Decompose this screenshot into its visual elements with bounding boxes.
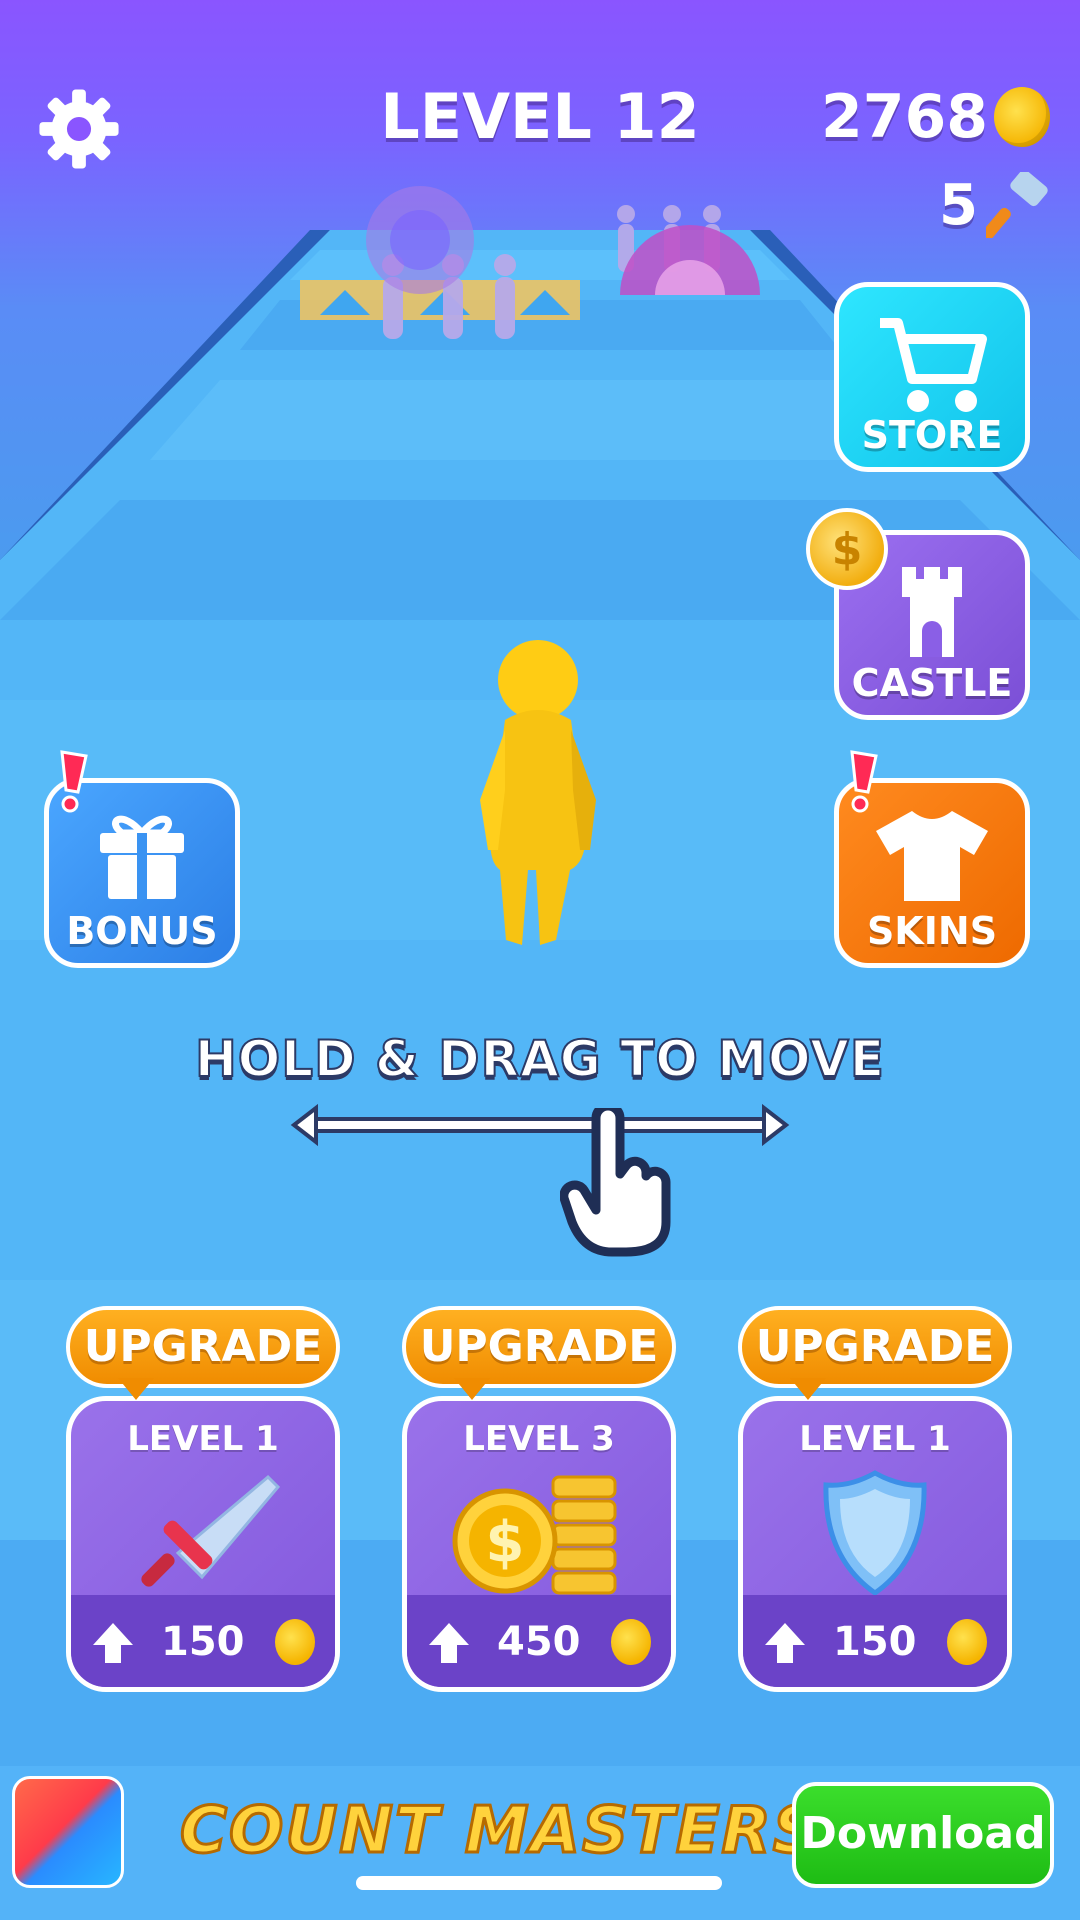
castle-coin-badge-icon: $: [806, 508, 888, 590]
coin-icon: [275, 1619, 315, 1665]
castle-tower-icon: [902, 567, 962, 657]
upgrade-card-body: LEVEL 1 150: [66, 1396, 340, 1692]
tutorial-hint: HOLD & DRAG TO MOVE: [194, 1029, 886, 1089]
store-label: STORE: [861, 413, 1003, 457]
download-button[interactable]: Download: [792, 1782, 1054, 1888]
upgrade-button[interactable]: UPGRADE: [66, 1306, 340, 1388]
svg-text:$: $: [486, 1510, 525, 1575]
ad-title: COUNT MASTERS: [179, 1793, 821, 1870]
upgrade-card-body: LEVEL 3 $ 450: [402, 1396, 676, 1692]
castle-label: CASTLE: [851, 661, 1013, 705]
upgrade-card-coins[interactable]: UPGRADE LEVEL 3 $ 450: [402, 1306, 676, 1692]
ad-app-icon[interactable]: [12, 1776, 124, 1888]
upgrade-tag-pointer: [118, 1378, 154, 1400]
coin-count: 2768: [821, 82, 988, 152]
upgrade-card-shield[interactable]: UPGRADE LEVEL 1 150: [738, 1306, 1012, 1692]
arrow-up-icon: [93, 1623, 133, 1663]
shopping-cart-icon: [880, 318, 987, 412]
bonus-label: BONUS: [66, 909, 218, 953]
upgrade-button[interactable]: UPGRADE: [402, 1306, 676, 1388]
upgrade-tag-pointer: [790, 1378, 826, 1400]
gift-icon: [100, 815, 184, 899]
upgrade-card-sword[interactable]: UPGRADE LEVEL 1 150: [66, 1306, 340, 1692]
shield-icon: [823, 1470, 927, 1597]
drag-arrow-icon: [290, 1103, 790, 1147]
hammer-counter: 5: [939, 172, 1050, 238]
settings-gear-icon[interactable]: [36, 86, 122, 172]
pointer-hand-icon: [560, 1108, 671, 1257]
coin-counter: 2768: [821, 82, 1050, 152]
tshirt-icon: [876, 811, 988, 901]
upgrade-button[interactable]: UPGRADE: [738, 1306, 1012, 1388]
skins-label: SKINS: [866, 909, 998, 953]
arrow-up-icon: [765, 1623, 805, 1663]
bonus-alert-icon: [60, 750, 88, 813]
upgrade-cost: 150: [833, 1619, 917, 1665]
upgrade-cost: 150: [161, 1619, 245, 1665]
skins-alert-icon: [850, 750, 878, 813]
arrow-up-icon: [429, 1623, 469, 1663]
upgrade-level: LEVEL 1: [799, 1419, 951, 1459]
coins-icon: $: [452, 1475, 617, 1595]
upgrade-cost: 450: [497, 1619, 581, 1665]
coin-icon: [611, 1619, 651, 1665]
hammer-count: 5: [939, 172, 978, 238]
level-title: LEVEL 12: [380, 80, 700, 153]
home-indicator[interactable]: [356, 1876, 722, 1890]
store-button[interactable]: STORE: [834, 282, 1030, 472]
upgrade-card-body: LEVEL 1 150: [738, 1396, 1012, 1692]
sword-icon: [141, 1474, 281, 1587]
upgrade-tag-pointer: [454, 1378, 490, 1400]
hammer-icon: [986, 172, 1048, 238]
coin-icon: [994, 87, 1050, 147]
coin-icon: [947, 1619, 987, 1665]
ad-banner[interactable]: COUNT MASTERS Download: [0, 1766, 1080, 1920]
upgrade-level: LEVEL 3: [463, 1419, 615, 1459]
upgrade-level: LEVEL 1: [127, 1419, 279, 1459]
